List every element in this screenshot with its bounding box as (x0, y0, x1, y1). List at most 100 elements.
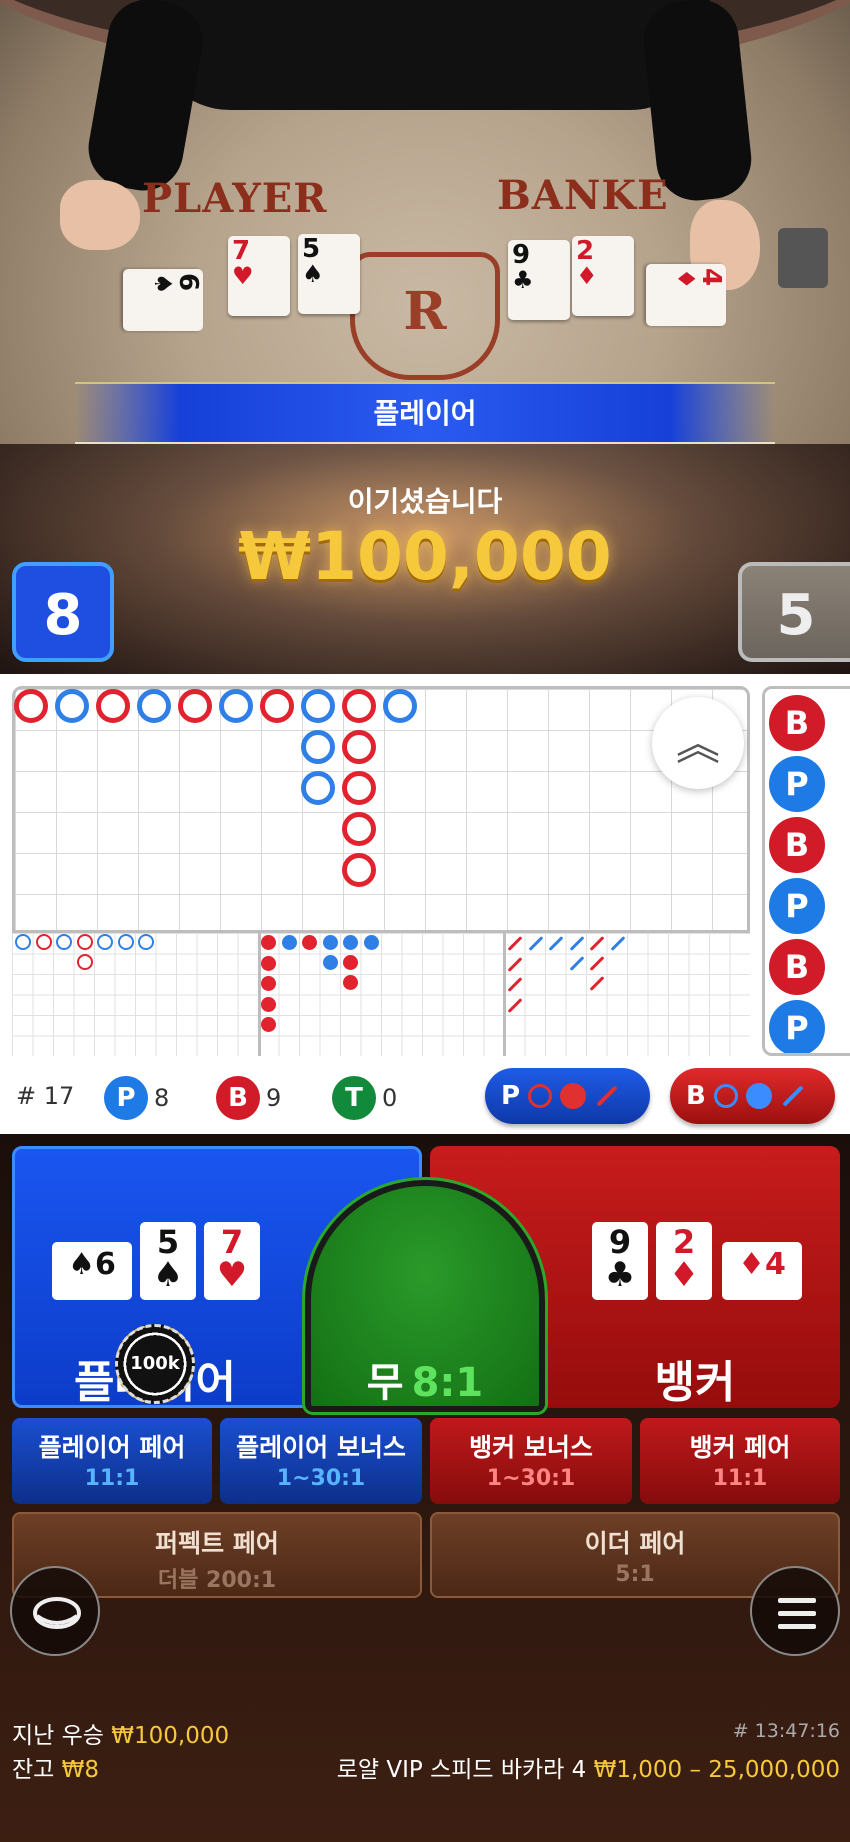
road-mark (281, 935, 297, 950)
banker-hand-card-3: ♦4 (722, 1242, 802, 1300)
ring-icon (528, 1084, 553, 1108)
road-mark (261, 976, 276, 991)
tie-stat: T 0 (332, 1076, 397, 1120)
banker-wins-stat: B 9 (216, 1076, 281, 1120)
road-mark (219, 689, 253, 723)
road-mark (55, 689, 89, 723)
banker-pair-bet[interactable]: 뱅커 페어 11:1 (640, 1418, 840, 1504)
round-id: # 13:47:16 (732, 1720, 840, 1742)
banker-predict-button[interactable]: B (670, 1068, 835, 1124)
winner-banner: 플레이어 (75, 382, 775, 444)
road-mark (117, 934, 134, 950)
predict-label: P (501, 1081, 521, 1111)
player-hand-card-3: ♠6 (52, 1242, 132, 1300)
road-divider (503, 930, 506, 1056)
road-mark (178, 689, 212, 723)
banker-win-count: 9 (266, 1084, 282, 1112)
road-mark (261, 1017, 276, 1032)
bet-chip: 100k (115, 1324, 195, 1404)
road-mark (97, 934, 113, 950)
player-bonus-bet[interactable]: 플레이어 보너스 1~30:1 (220, 1418, 422, 1504)
bead-road-item: B (769, 695, 825, 751)
road-mark (363, 935, 379, 950)
road-mark (383, 689, 417, 723)
banker-bonus-bet[interactable]: 뱅커 보너스 1~30:1 (430, 1418, 632, 1504)
road-mark (56, 934, 72, 950)
road-mark (261, 996, 276, 1012)
player-hand-card-2: 7 ♥ (204, 1222, 260, 1300)
banker-hand-card-1: 9 ♣ (592, 1222, 648, 1300)
tie-badge: T (332, 1076, 376, 1120)
road-mark (342, 689, 376, 723)
road-mark (322, 935, 338, 950)
road-mark (260, 689, 294, 723)
table-banker-label: BANKE (497, 172, 669, 219)
dot-icon (560, 1083, 587, 1109)
ring-icon (713, 1084, 738, 1108)
last-win-amount: ₩100,000 (111, 1723, 230, 1749)
chat-button[interactable] (10, 1566, 100, 1656)
last-win-label: 지난 우승 (12, 1723, 104, 1749)
table-card-banker-2: 2 ♦ (572, 236, 634, 316)
road-mark (137, 689, 171, 723)
bead-road-item: P (769, 756, 825, 812)
double-chevron-up-icon: ︽ (676, 719, 720, 770)
dealer (150, 0, 710, 110)
road-mark (302, 935, 317, 950)
predict-label: B (686, 1081, 706, 1111)
road-mark (15, 934, 31, 950)
chat-icon (33, 1597, 81, 1629)
banker-score: 5 (738, 562, 850, 662)
bet-limits: ₩1,000 – 25,000,000 (593, 1757, 840, 1783)
road-mark (343, 935, 358, 950)
dealer-hand-left (60, 180, 140, 250)
tie-count: 0 (382, 1084, 398, 1112)
table-card-banker-1: 9 ♣ (508, 240, 570, 320)
win-amount: ₩100,000 (238, 518, 612, 595)
road-divider (258, 930, 261, 1056)
road-mark (96, 689, 130, 723)
hamburger-menu-icon (778, 1598, 816, 1629)
table-player-label: PLAYER (142, 175, 328, 222)
road-mark (76, 934, 93, 950)
road-mark (14, 689, 48, 723)
round-count: # 17 (16, 1082, 75, 1110)
table-card-banker-3: 4 ♦ (646, 264, 726, 326)
table-info-row[interactable]: 로얄 VIP 스피드 바카라 4 ₩1,000 – 25,000,000 (337, 1750, 840, 1784)
balance-row: 잔고 ₩8 (12, 1750, 99, 1784)
win-message: 이기셨습니다 (347, 485, 503, 518)
road-mark (301, 771, 335, 805)
bead-road-item: P (769, 878, 825, 934)
road-mark (342, 812, 376, 846)
road-mark (322, 955, 338, 970)
tie-bet-label: 무 8:1 (305, 1350, 545, 1408)
road-mark (301, 730, 335, 764)
slash-icon (596, 1085, 618, 1107)
road-mark (261, 935, 276, 950)
menu-button[interactable] (750, 1566, 840, 1656)
banker-bet-label: 뱅커 (654, 1357, 736, 1408)
tie-odds: 8:1 (411, 1360, 484, 1406)
player-win-count: 8 (154, 1084, 170, 1112)
bead-road-item: B (769, 939, 825, 995)
road-mark (301, 689, 335, 723)
road-mark (76, 954, 93, 970)
player-predict-button[interactable]: P (485, 1068, 650, 1124)
balance-label: 잔고 (12, 1757, 55, 1783)
road-mark (342, 771, 376, 805)
table-name: 로얄 VIP 스피드 바카라 4 (336, 1757, 587, 1783)
royal-crest-logo: R (350, 252, 500, 380)
bead-road: B P B P B P (762, 686, 850, 1056)
player-hand-card-1: 5 ♠ (140, 1222, 196, 1300)
collapse-roadmap-button[interactable]: ︽ (652, 697, 744, 789)
tie-label-text: 무 (366, 1360, 404, 1406)
table-card-player-3: 5 ♠ (298, 234, 360, 314)
player-wins-stat: P 8 (104, 1076, 169, 1120)
bead-road-item: B (769, 817, 825, 873)
road-mark (343, 955, 358, 970)
road-mark (35, 934, 52, 950)
player-pair-bet[interactable]: 플레이어 페어 11:1 (12, 1418, 212, 1504)
player-score: 8 (12, 562, 114, 662)
road-mark (138, 934, 154, 950)
bead-road-item: P (769, 1000, 825, 1053)
